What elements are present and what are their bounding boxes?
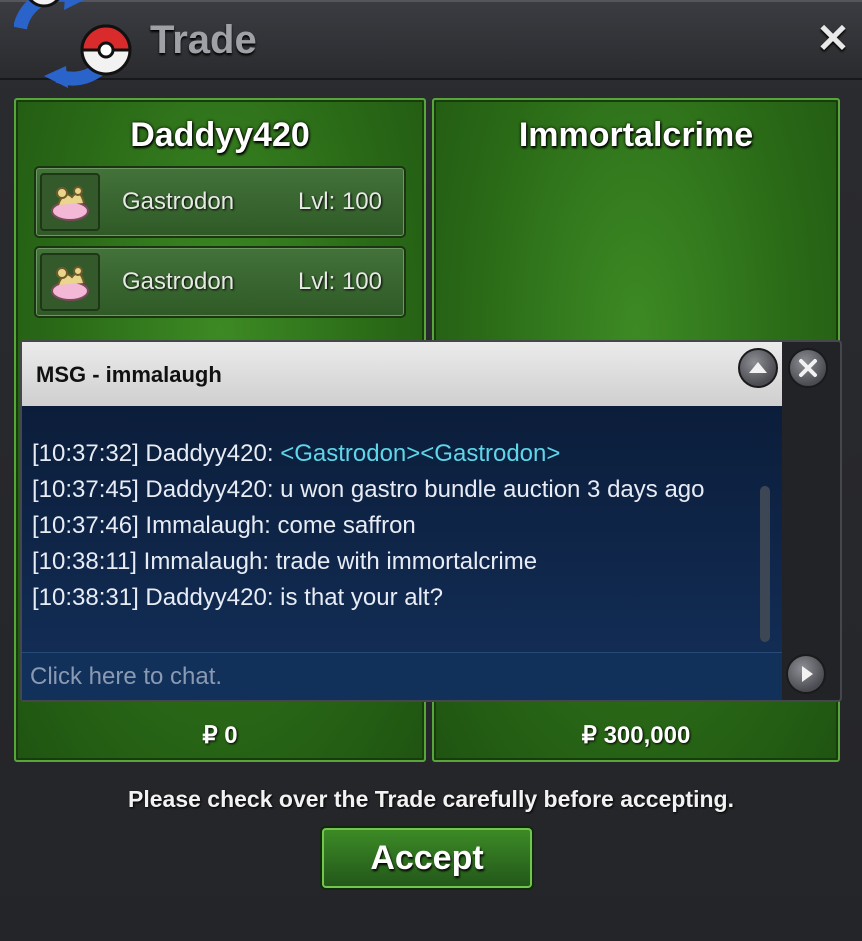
accept-button[interactable]: Accept (322, 828, 532, 888)
chat-title: MSG - immalaugh (36, 362, 222, 387)
pokemon-name: Gastrodon (122, 268, 235, 295)
chat-input[interactable]: Click here to chat. (22, 652, 782, 700)
trade-window: Trade ✕ Daddyy420 Gastrodon Lvl: 100 Gas… (0, 0, 862, 941)
chat-scrollbar[interactable] (760, 486, 770, 642)
chat-message: [10:37:32] Daddyy420: <Gastrodon><Gastro… (32, 436, 752, 472)
player-name: Daddyy420 (130, 116, 310, 154)
player-name: Immortalcrime (518, 116, 754, 154)
chat-message-text: [10:37:32] Daddyy420: (32, 440, 281, 467)
trade-pokemon-slot[interactable]: Gastrodon Lvl: 100 (34, 246, 406, 318)
chat-log: [10:37:32] Daddyy420: <Gastrodon><Gastro… (22, 406, 782, 652)
gastrodon-sprite-icon (40, 173, 100, 231)
chat-message: [10:37:46] Immalaugh: come saffron (32, 512, 416, 539)
chat-window: MSG - immalaugh [10:37:32] Daddyy420: <G… (20, 340, 842, 702)
trade-arrows-pokeball-icon (14, 0, 132, 88)
item-link[interactable]: <Gastrodon><Gastrodon> (280, 440, 560, 467)
close-chat-icon[interactable] (788, 348, 828, 388)
title-bar[interactable]: Trade ✕ (0, 0, 862, 88)
minimize-chevron-up-icon[interactable] (738, 348, 778, 388)
money-offer: ₽ 0 (202, 722, 238, 749)
gastrodon-sprite-icon (40, 253, 100, 311)
pokemon-level: Lvl: 100 (297, 268, 382, 295)
window-title: Trade (150, 18, 257, 62)
trade-pokemon-slot[interactable]: Gastrodon Lvl: 100 (34, 166, 406, 238)
chat-message: [10:38:11] Immalaugh: trade with immorta… (32, 548, 538, 575)
chat-title-bar[interactable]: MSG - immalaugh (22, 342, 782, 408)
close-icon[interactable]: ✕ (816, 19, 850, 59)
pokemon-level: Lvl: 100 (297, 188, 382, 215)
chat-messages: [10:37:32] Daddyy420: <Gastrodon><Gastro… (32, 436, 752, 616)
pokemon-name: Gastrodon (122, 188, 235, 215)
send-arrow-icon[interactable] (786, 654, 826, 694)
money-offer: ₽ 300,000 (581, 722, 691, 749)
trade-warning-notice: Please check over the Trade carefully be… (128, 786, 734, 812)
chat-message: [10:37:45] Daddyy420: u won gastro bundl… (32, 476, 705, 503)
chat-message: [10:38:31] Daddyy420: is that your alt? (32, 584, 443, 611)
